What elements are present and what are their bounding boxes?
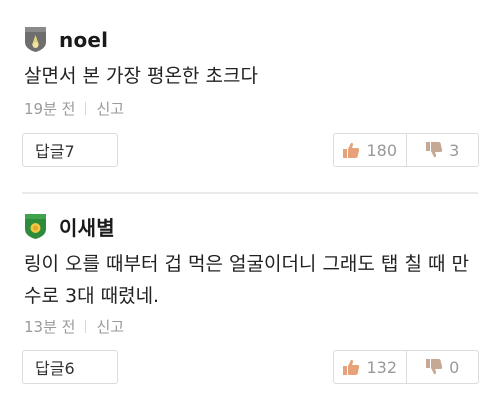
reply-label: 답글7 (35, 142, 75, 161)
dislike-button[interactable]: 3 (407, 134, 479, 166)
comment-time: 19분 전 (24, 100, 76, 118)
gray-shield-badge-icon (25, 27, 46, 52)
thumbs-down-icon (426, 142, 443, 158)
comment-body: 살면서 본 가장 평온한 초크다 (24, 65, 258, 87)
thumbs-down-icon (426, 359, 443, 375)
meta-divider (85, 102, 87, 115)
report-link[interactable]: 신고 (96, 98, 124, 119)
comment-header: 이새별 (24, 212, 115, 241)
report-link[interactable]: 신고 (96, 316, 124, 337)
comment-header: noel (24, 26, 108, 53)
vote-group: 132 0 (333, 350, 479, 384)
reply-button[interactable]: 답글7 (22, 133, 118, 167)
dislike-count: 3 (449, 140, 460, 160)
comment-item: 이새별 링이 오를 때부터 겁 먹은 얼굴이더니 그래도 탭 칠 때 만수로 3… (0, 196, 500, 404)
comment-meta: 19분 전 신고 (24, 98, 124, 119)
reply-label: 답글6 (35, 359, 75, 378)
vote-group: 180 3 (333, 133, 479, 167)
dislike-count: 0 (449, 357, 460, 377)
like-button[interactable]: 132 (334, 351, 406, 383)
comment-divider (22, 192, 478, 194)
comment-time: 13분 전 (24, 318, 76, 336)
thumbs-up-icon (343, 142, 360, 158)
green-shield-badge-icon (25, 214, 46, 239)
like-count: 180 (366, 140, 398, 160)
meta-divider (85, 320, 87, 333)
like-button[interactable]: 180 (334, 134, 406, 166)
comment-meta: 13분 전 신고 (24, 316, 124, 337)
thumbs-up-icon (343, 359, 360, 375)
like-count: 132 (366, 357, 398, 377)
author-nickname[interactable]: 이새별 (59, 212, 115, 241)
comment-body: 링이 오를 때부터 겁 먹은 얼굴이더니 그래도 탭 칠 때 만수로 3대 때렸… (24, 253, 469, 307)
author-nickname[interactable]: noel (59, 28, 108, 52)
dislike-button[interactable]: 0 (407, 351, 479, 383)
reply-button[interactable]: 답글6 (22, 350, 118, 384)
comment-item: noel 살면서 본 가장 평온한 초크다 19분 전 신고 답글7 180 3 (0, 0, 500, 190)
